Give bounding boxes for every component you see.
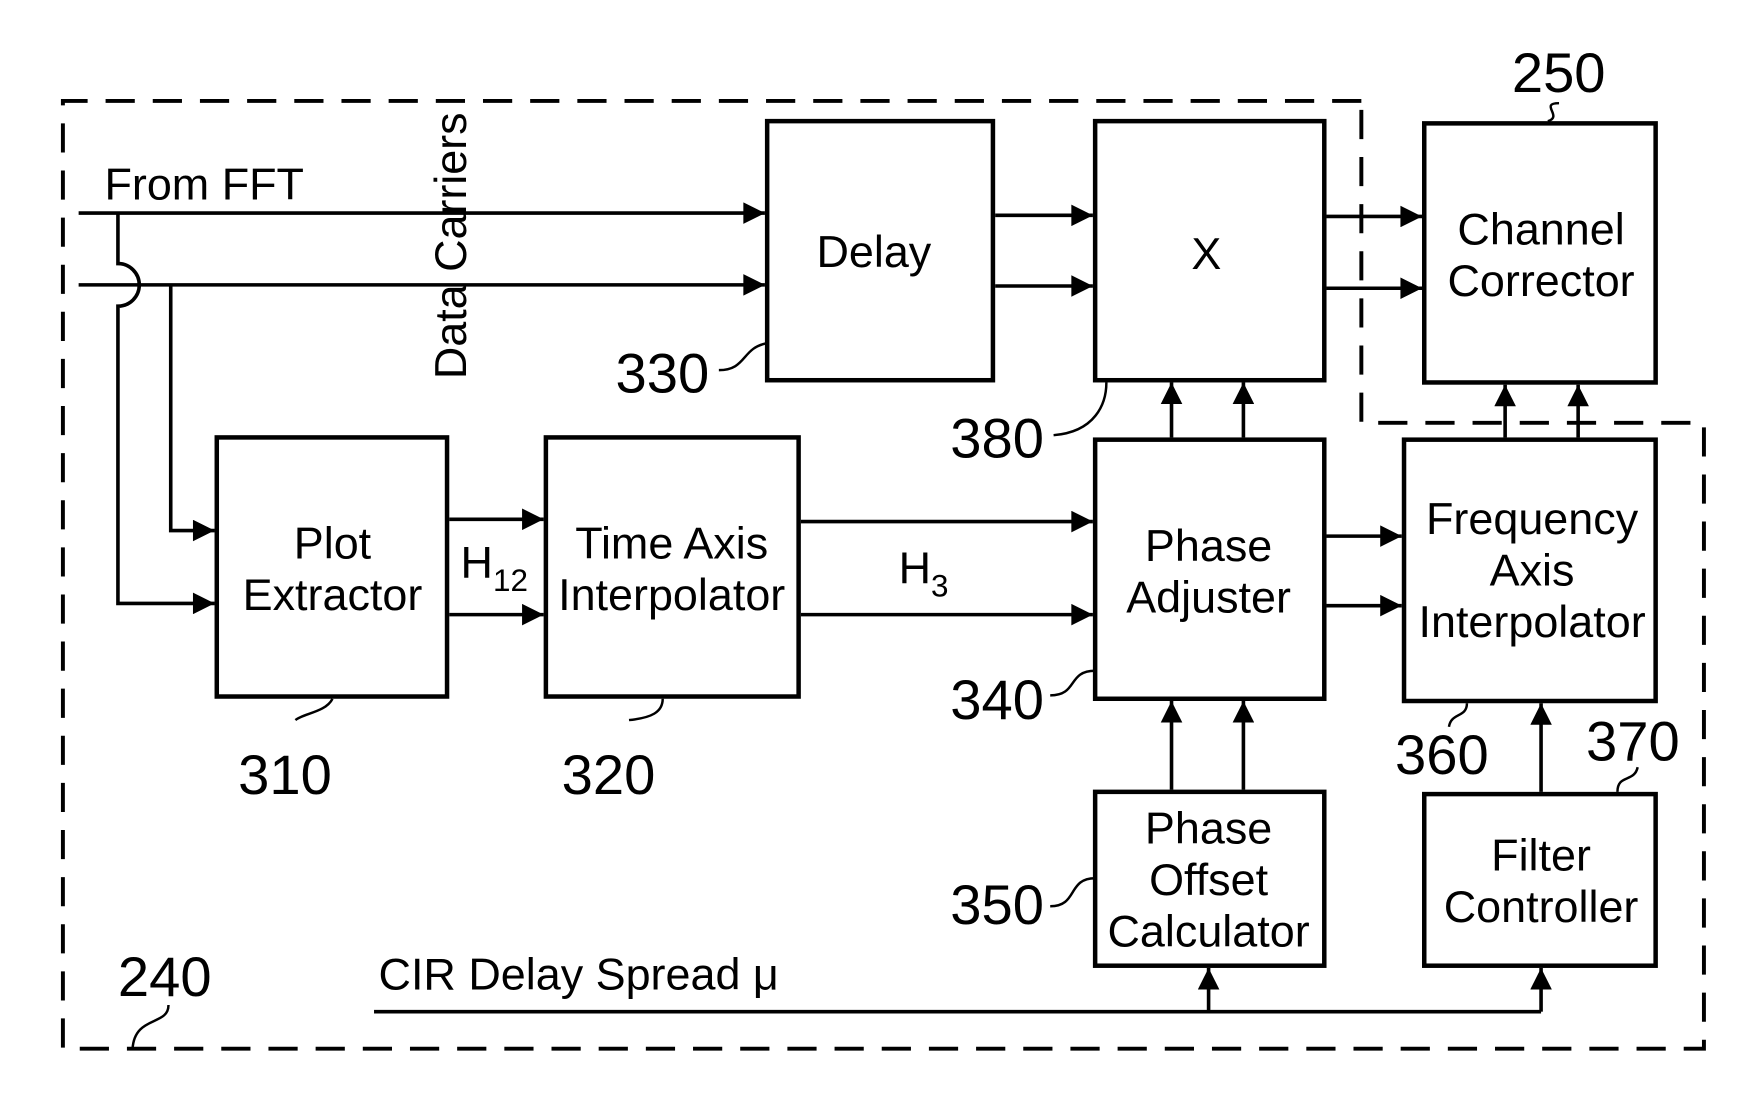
h12-label: H12 (461, 537, 528, 598)
cir-delay-spread-label: CIR Delay Spread μ (379, 948, 779, 999)
filter-controller-block: Filter Controller (1422, 791, 1658, 968)
block-diagram: Delay X Channel Corrector Plot Extractor… (60, 41, 1706, 1051)
ref-380: 380 (950, 407, 1044, 470)
svg-text:H3: H3 (899, 542, 949, 603)
ref-250: 250 (1512, 41, 1606, 104)
phase-offset-calculator-block: Phase Offset Calculator (1092, 789, 1327, 968)
plot-extractor-label-line2: Extractor (243, 569, 423, 620)
multiplier-block: X (1092, 118, 1327, 383)
ref-320: 320 (562, 743, 656, 806)
ref-340: 340 (950, 668, 1044, 731)
phase-offset-calculator-label-line3: Calculator (1108, 906, 1310, 957)
ref-350: 350 (950, 873, 1044, 936)
h3-label: H3 (899, 542, 949, 603)
delay-label: Delay (816, 226, 931, 277)
frequency-axis-interpolator-block: Frequency Axis Interpolator (1401, 437, 1658, 704)
phase-adjuster-label-line2: Adjuster (1126, 571, 1291, 622)
filter-controller-label-line2: Controller (1444, 881, 1639, 932)
time-axis-interpolator-label-line2: Interpolator (558, 569, 785, 620)
multiplier-label: X (1191, 228, 1221, 279)
filter-controller-label-line1: Filter (1491, 829, 1591, 880)
plot-extractor-block: Plot Extractor (214, 435, 450, 699)
phase-offset-calculator-label-line1: Phase (1145, 802, 1272, 853)
ref-330: 330 (616, 342, 710, 405)
delay-block: Delay (764, 118, 996, 383)
channel-corrector-label-line1: Channel (1457, 204, 1624, 255)
data-carriers-label: Data Carriers (425, 112, 476, 379)
time-axis-interpolator-label-line1: Time Axis (575, 518, 768, 569)
plot-extractor-label-line1: Plot (294, 518, 372, 569)
ref-360: 360 (1395, 723, 1489, 786)
phase-adjuster-block: Phase Adjuster (1092, 437, 1327, 702)
time-axis-interpolator-block: Time Axis Interpolator (543, 435, 801, 699)
ref-310: 310 (238, 743, 332, 806)
svg-text:H12: H12 (461, 537, 528, 598)
frequency-axis-interpolator-label-line2: Axis (1490, 545, 1575, 596)
phase-offset-calculator-label-line2: Offset (1149, 854, 1269, 905)
ref-370: 370 (1586, 709, 1680, 772)
ref-240: 240 (118, 945, 212, 1008)
frequency-axis-interpolator-label-line1: Frequency (1426, 493, 1639, 544)
phase-adjuster-label-line1: Phase (1145, 520, 1272, 571)
frequency-axis-interpolator-label-line3: Interpolator (1418, 596, 1645, 647)
channel-corrector-block: Channel Corrector (1422, 121, 1658, 385)
from-fft-label: From FFT (104, 159, 304, 210)
channel-corrector-label-line2: Corrector (1447, 255, 1634, 306)
